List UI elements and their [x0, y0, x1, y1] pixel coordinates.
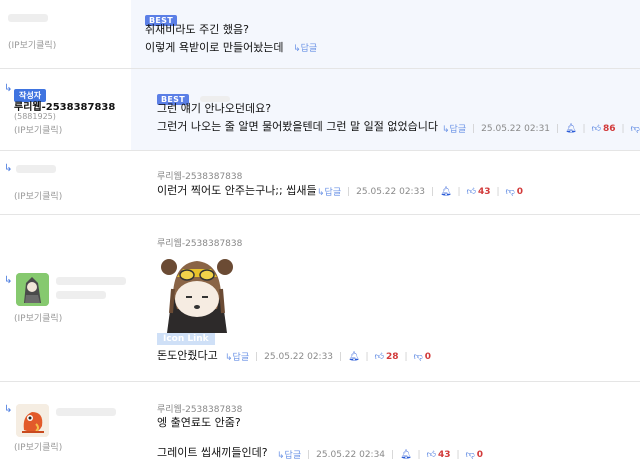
- report-icon[interactable]: 🔔︎: [565, 124, 576, 134]
- reply-arrow-icon: ↳: [293, 44, 301, 54]
- downvote-button[interactable]: 👎︎ 0: [506, 187, 523, 197]
- blurred-nickname: [56, 408, 116, 416]
- thumbs-up-icon: 👍︎: [426, 449, 436, 460]
- report-icon[interactable]: 🔔︎: [348, 352, 359, 362]
- reply-button[interactable]: ↳답글: [442, 122, 466, 135]
- reply-arrow-icon: ↳: [225, 353, 233, 363]
- comment-author-column: (IP보기클릭): [0, 0, 131, 68]
- avatar[interactable]: [16, 273, 49, 306]
- comment-author: 루리웹-2538387838: [157, 172, 243, 182]
- upvote-button[interactable]: 👍︎ 86: [592, 124, 616, 134]
- comment-text: 이렇게 욕받이로 만들어놨는데: [145, 41, 284, 54]
- reply-button[interactable]: ↳답글: [293, 44, 317, 54]
- comment-body: BEST 취재비라도 주긴 했음? 이렇게 욕받이로 만들어놨는데 ↳답글: [131, 0, 640, 68]
- downvote-button[interactable]: 👎︎ 0: [466, 450, 483, 460]
- comment-body: 루리웹-2538387838 엥 출연료도 안줌? 그레이트 씹새끼들인데? ↳…: [131, 382, 640, 466]
- reply-button[interactable]: ↳답글: [317, 185, 341, 198]
- comment-body: 루리웹-2538387838 이런거 찍어도 안주는구나;; 씹새들 ↳답글 |…: [131, 151, 640, 214]
- reply-arrow-icon: ↳: [442, 125, 450, 135]
- comment-author-column: ↳ (IP보기클릭): [0, 151, 131, 214]
- comment-text: 돈도안줬다고: [157, 349, 218, 362]
- avatar[interactable]: [16, 404, 49, 437]
- thumbs-up-icon: 👍︎: [374, 351, 384, 362]
- upvote-button[interactable]: 👍︎ 28: [375, 352, 399, 362]
- writer-id: (5881925): [14, 112, 56, 121]
- comment-row: ↳ 작성자 루리웹-2538387838 (5881925) (IP보기클릭) …: [0, 69, 640, 151]
- comment-author: 루리웹-2538387838: [157, 239, 243, 249]
- ip-view-link[interactable]: (IP보기클릭): [14, 123, 62, 136]
- comment-row: ↳ (IP보기클릭) 루리웹-2538387838 엥 출연료도 안줌? 그레이…: [0, 382, 640, 466]
- ip-view-link[interactable]: (IP보기클릭): [14, 311, 62, 324]
- comment-text: 이런거 찍어도 안주는구나;; 씹새들: [157, 184, 317, 197]
- sticker-image: [157, 253, 237, 333]
- comment-body: BEST 그런 얘기 안나오던데요? 그런거 나오는 줄 알면 물어봤을텐데 그…: [131, 69, 640, 150]
- thumbs-down-icon: 👎︎: [413, 351, 423, 362]
- reply-arrow-icon: ↳: [4, 404, 13, 415]
- blurred-nickname: [56, 277, 126, 285]
- comment-row: ↳ (IP보기클릭) 루리웹-2538387838 이런거 찍어도 안주는구나;…: [0, 151, 640, 215]
- thumbs-down-icon: 👎︎: [465, 449, 475, 460]
- comment-body: 루리웹-2538387838 Icon Link 돈도안줬다고 ↳답글 | 25…: [131, 215, 640, 381]
- report-icon[interactable]: 🔔︎: [440, 187, 451, 197]
- comment-author-column: ↳ (IP보기클릭): [0, 382, 131, 466]
- report-icon[interactable]: 🔔︎: [400, 450, 411, 460]
- reply-arrow-icon: ↳: [4, 275, 13, 286]
- ip-view-link[interactable]: (IP보기클릭): [14, 189, 62, 202]
- thumbs-up-icon: 👍︎: [466, 186, 476, 197]
- reply-arrow-icon: ↳: [317, 188, 325, 198]
- ip-view-link[interactable]: (IP보기클릭): [8, 38, 56, 51]
- reply-arrow-icon: ↳: [4, 83, 13, 94]
- comment-date: 25.05.22 02:33: [264, 351, 334, 362]
- blurred-nickname: [56, 291, 106, 299]
- writer-nickname[interactable]: 루리웹-2538387838: [14, 98, 115, 113]
- comment-row: ↳ (IP보기클릭) 루리웹-2538387838 Icon Link 돈도안줬…: [0, 215, 640, 382]
- comment-text: 그런거 나오는 줄 알면 물어봤을텐데 그런 말 일절 없었습니다: [157, 120, 438, 133]
- downvote-button[interactable]: 👎︎ 0: [414, 352, 431, 362]
- blurred-nickname: [8, 14, 48, 22]
- thumbs-down-icon: 👎︎: [630, 123, 640, 134]
- reply-arrow-icon: ↳: [277, 451, 285, 461]
- comment-text: 그런 얘기 안나오던데요?: [157, 102, 272, 115]
- comment-text: 취재비라도 주긴 했음?: [145, 23, 249, 36]
- ip-view-link[interactable]: (IP보기클릭): [14, 440, 62, 453]
- comment-author-column: ↳ (IP보기클릭): [0, 215, 131, 381]
- comment-date: 25.05.22 02:34: [316, 449, 386, 460]
- thumbs-up-icon: 👍︎: [591, 123, 601, 134]
- comment-author-column: ↳ 작성자 루리웹-2538387838 (5881925) (IP보기클릭): [0, 69, 131, 150]
- blurred-nickname: [16, 165, 56, 173]
- comment-row: (IP보기클릭) BEST 취재비라도 주긴 했음? 이렇게 욕받이로 만들어놨…: [0, 0, 640, 69]
- reply-arrow-icon: ↳: [4, 163, 13, 174]
- reply-button[interactable]: ↳답글: [277, 448, 301, 461]
- icon-link[interactable]: Icon Link: [157, 333, 215, 345]
- comment-date: 25.05.22 02:33: [356, 186, 426, 197]
- reply-button[interactable]: ↳답글: [225, 350, 249, 363]
- comment-text: 엥 출연료도 안줌?: [157, 416, 241, 429]
- upvote-button[interactable]: 👍︎ 43: [467, 187, 491, 197]
- upvote-button[interactable]: 👍︎ 43: [427, 450, 451, 460]
- thumbs-down-icon: 👎︎: [505, 186, 515, 197]
- comment-text: 그레이트 씹새끼들인데?: [157, 446, 268, 459]
- comment-date: 25.05.22 02:31: [481, 123, 551, 134]
- downvote-button[interactable]: 👎︎1: [631, 124, 640, 134]
